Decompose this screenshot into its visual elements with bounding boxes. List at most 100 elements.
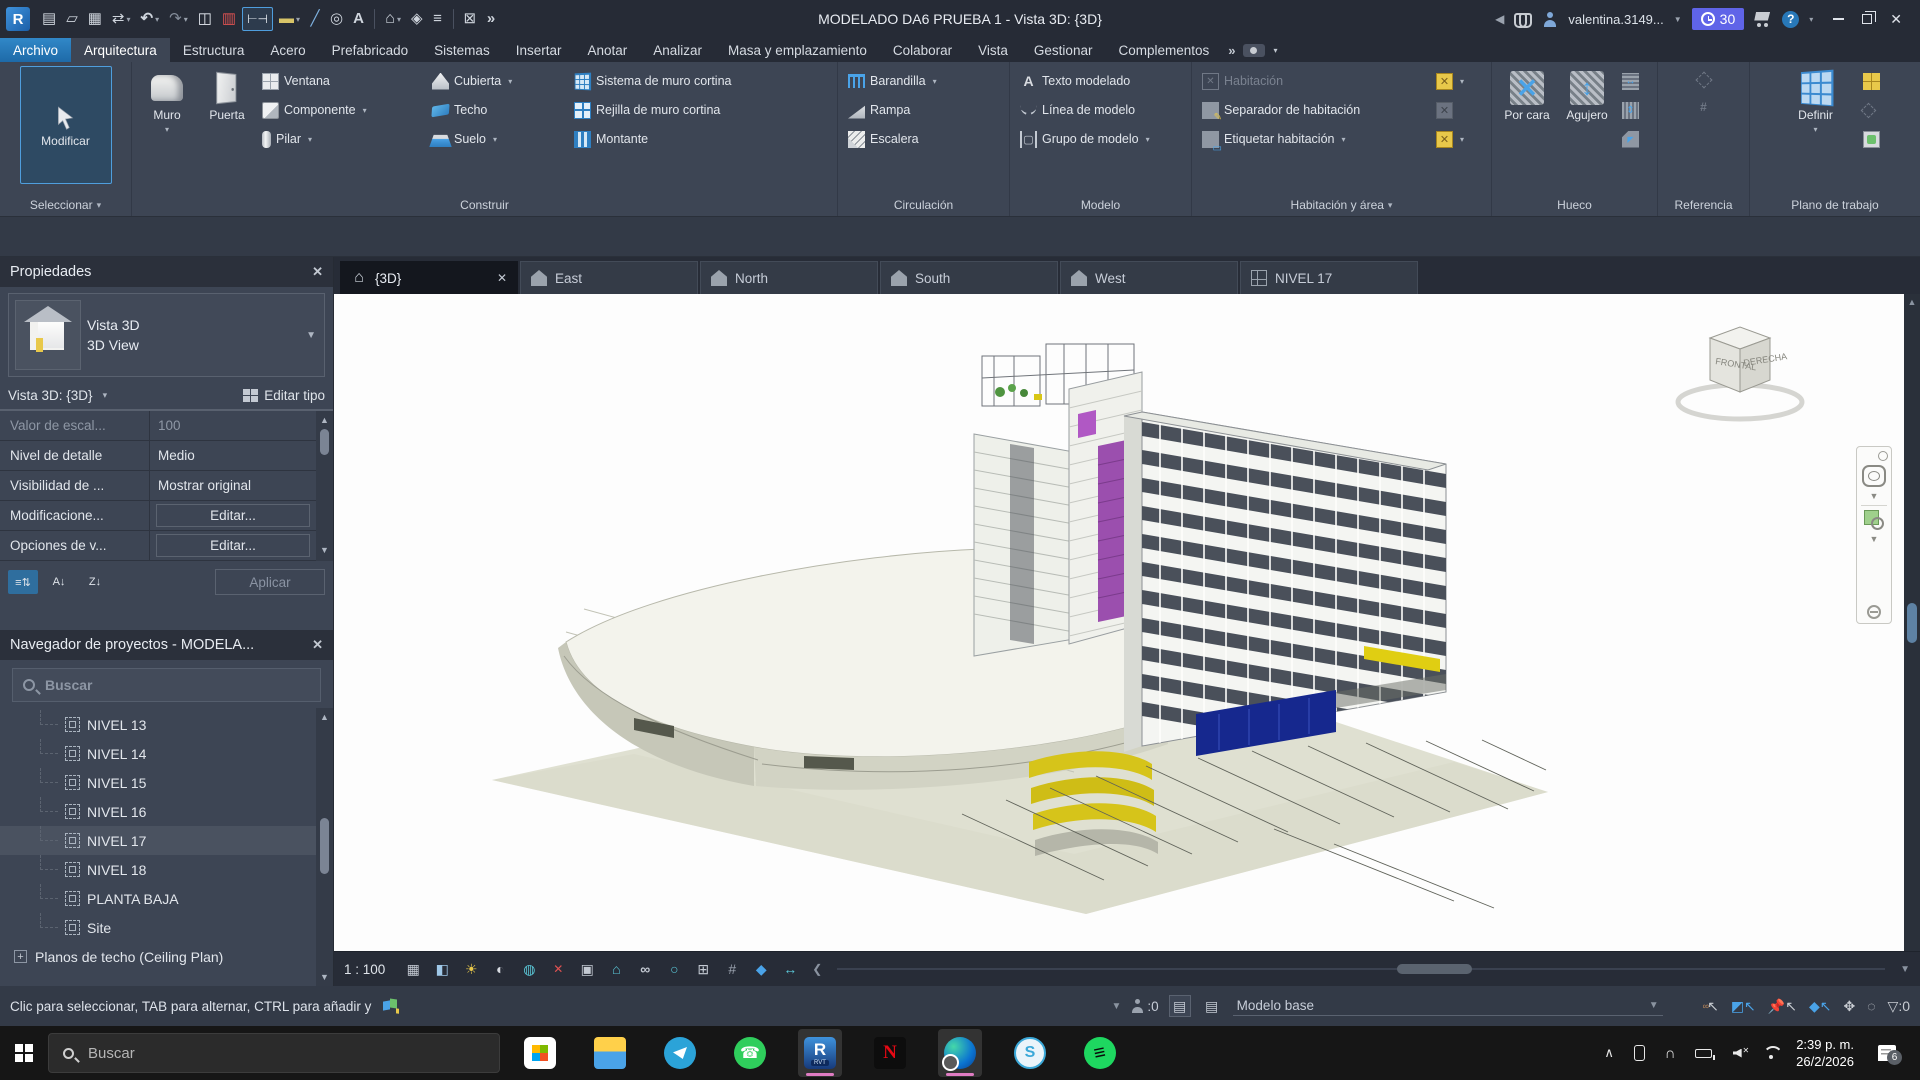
hueco-vertical-button[interactable]	[1618, 97, 1643, 123]
help-menu-chevron-icon[interactable]: ▾	[1809, 15, 1813, 24]
qat-button[interactable]	[407, 8, 427, 30]
collapse-arrow-icon[interactable]: ◀	[1495, 12, 1504, 26]
definir-button[interactable]: Definir	[1787, 66, 1845, 134]
panel-label-seleccionar[interactable]: Seleccionar	[0, 194, 131, 216]
ribbon-tab[interactable]: Anotar	[574, 38, 640, 62]
ribbon-tab[interactable]: Vista	[965, 38, 1021, 62]
qat-button[interactable]	[84, 8, 106, 30]
properties-header[interactable]: Propiedades ✕	[0, 257, 333, 287]
cubierta-button[interactable]: Cubierta	[428, 68, 568, 94]
render-icon[interactable]	[518, 958, 540, 980]
saved-orientation-icon[interactable]	[750, 958, 772, 980]
view-tab[interactable]: NIVEL 17 ✕	[1240, 261, 1418, 294]
qat-button[interactable]	[38, 8, 60, 30]
crop-region-icon[interactable]	[576, 958, 598, 980]
scroll-thumb[interactable]	[1397, 964, 1472, 974]
por-cara-button[interactable]: Por cara	[1498, 66, 1556, 122]
scroll-up-icon[interactable]: ▲	[320, 415, 329, 425]
qat-button[interactable]	[482, 8, 500, 30]
modificar-button[interactable]: Modificar	[20, 66, 112, 184]
qat-button[interactable]	[242, 7, 273, 31]
reference-plane-icon[interactable]	[1695, 72, 1712, 89]
visor-button[interactable]	[1859, 126, 1884, 152]
property-row[interactable]: Nivel de detalle Medio	[0, 441, 316, 471]
taskbar-clock[interactable]: 2:39 p. m. 26/2/2026	[1796, 1036, 1854, 1070]
muro-button[interactable]: Muro	[138, 66, 196, 134]
measure-icon[interactable]	[779, 958, 801, 980]
temp-hide-icon[interactable]	[663, 958, 685, 980]
scroll-thumb[interactable]	[1907, 603, 1917, 643]
collapse-view-bar-icon[interactable]: ❮	[812, 962, 822, 976]
notification-center[interactable]: 6	[1870, 1033, 1904, 1073]
tree-item-view[interactable]: NIVEL 16	[0, 797, 316, 826]
zoom-region-icon[interactable]	[1864, 510, 1884, 530]
taskbar-app[interactable]	[938, 1029, 982, 1077]
full-wheel-icon[interactable]	[1878, 451, 1888, 461]
qat-button[interactable]	[349, 8, 368, 30]
agujero-button[interactable]: Agujero	[1558, 66, 1616, 122]
taskbar-app[interactable]	[658, 1029, 702, 1077]
type-selector-chevron-icon[interactable]: ▼	[306, 330, 316, 341]
expand-icon[interactable]: +	[14, 950, 27, 963]
ribbon-tab[interactable]: Gestionar	[1021, 38, 1106, 62]
filter-icon[interactable]: ▽:0	[1888, 998, 1910, 1015]
audio-device-icon[interactable]	[1661, 1044, 1679, 1062]
qat-button[interactable]	[326, 8, 347, 30]
habitacion-button[interactable]: Habitación	[1198, 68, 1430, 94]
taskbar-search-input[interactable]	[86, 1044, 386, 1063]
visual-style-icon[interactable]	[431, 958, 453, 980]
close-properties-icon[interactable]: ✕	[312, 264, 323, 280]
reveal-hidden-icon[interactable]	[634, 958, 656, 980]
tag-area-button[interactable]	[1432, 126, 1468, 152]
qat-button[interactable]	[429, 8, 447, 30]
restore-button[interactable]	[1862, 14, 1872, 24]
properties-filter[interactable]: Vista 3D: {3D}	[8, 388, 93, 403]
view-tab[interactable]: West ✕	[1060, 261, 1238, 294]
ribbon-tab[interactable]: Estructura	[170, 38, 258, 62]
ribbon-tab[interactable]: Arquitectura	[71, 38, 170, 62]
mostrar-plano-button[interactable]	[1859, 68, 1884, 94]
store-cart-icon[interactable]	[1754, 12, 1772, 27]
scroll-down-icon[interactable]: ▼	[320, 972, 329, 982]
user-avatar-icon[interactable]	[1542, 12, 1558, 27]
type-selector[interactable]: Vista 3D 3D View ▼	[8, 293, 325, 377]
view-tab[interactable]: North ✕	[700, 261, 878, 294]
linea-modelo-button[interactable]: Línea de modelo	[1016, 97, 1154, 123]
lock-3d-view-icon[interactable]	[605, 958, 627, 980]
crop-off-icon[interactable]	[547, 958, 569, 980]
detail-level-icon[interactable]	[402, 958, 424, 980]
select-pinned-icon[interactable]: 📌↖	[1768, 998, 1797, 1015]
suelo-button[interactable]: Suelo	[428, 126, 568, 152]
editable-only-toggle[interactable]: :0	[1131, 999, 1158, 1014]
select-underlay-icon[interactable]: ◩↖	[1731, 998, 1756, 1015]
qat-button[interactable]	[194, 8, 216, 30]
browser-search[interactable]	[12, 668, 321, 702]
statusbar-chevron-icon[interactable]: ▼	[1112, 1001, 1122, 1012]
scroll-down-icon[interactable]: ▼	[1900, 964, 1910, 975]
steering-wheel-icon[interactable]	[1862, 465, 1886, 487]
select-links-icon[interactable]: ∞↖	[1703, 998, 1719, 1015]
tree-item-view[interactable]: NIVEL 17	[0, 826, 316, 855]
revit-logo-icon[interactable]: R	[6, 7, 30, 31]
taskbar-app[interactable]: N	[868, 1029, 912, 1077]
qat-button[interactable]	[137, 8, 164, 30]
scroll-up-icon[interactable]: ▲	[320, 712, 329, 722]
wifi-icon[interactable]	[1762, 1044, 1780, 1062]
qat-button[interactable]	[275, 8, 304, 30]
rejilla-muro-cortina-button[interactable]: Rejilla de muro cortina	[570, 97, 810, 123]
taskbar-app[interactable]	[728, 1029, 772, 1077]
close-button[interactable]: ✕	[1890, 11, 1902, 28]
viewport-vertical-scrollbar[interactable]: ▲	[1904, 294, 1920, 951]
scroll-down-icon[interactable]: ▼	[320, 545, 329, 555]
ribbon-display-chevron-icon[interactable]: ▾	[1273, 46, 1277, 55]
taskbar-app[interactable]: S	[1008, 1029, 1052, 1077]
hueco-buhardilla-button[interactable]	[1618, 126, 1643, 152]
displacement-icon[interactable]	[692, 958, 714, 980]
ribbon-tab[interactable]: Colaborar	[880, 38, 965, 62]
view-tab[interactable]: East ✕	[520, 261, 698, 294]
reference-grid-icon[interactable]	[1695, 98, 1712, 115]
pilar-button[interactable]: Pilar	[258, 126, 426, 152]
ribbon-tab[interactable]: Masa y emplazamiento	[715, 38, 880, 62]
shadows-icon[interactable]	[489, 958, 511, 980]
select-by-face-icon[interactable]: ◆↖	[1809, 998, 1832, 1015]
